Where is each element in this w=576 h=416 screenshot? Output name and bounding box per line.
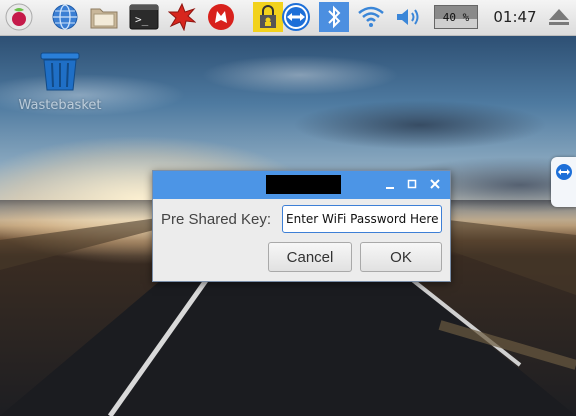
file-manager-icon[interactable] [89,2,119,32]
dialog-title-redacted [266,175,341,194]
wolfram-icon[interactable] [206,2,236,32]
ok-button[interactable]: OK [360,242,442,272]
eject-icon[interactable] [544,2,574,32]
teamviewer-side-tab[interactable] [551,157,576,207]
psk-input[interactable] [282,205,442,233]
minimize-icon [386,187,394,189]
cancel-button[interactable]: Cancel [268,242,352,272]
close-icon [430,179,440,189]
cpu-usage-label: 40 % [442,10,470,24]
minimize-button[interactable] [383,177,397,191]
volume-icon[interactable] [393,2,423,32]
taskbar: >_ 40 % 01:47 [0,0,576,36]
psk-dialog: Pre Shared Key: Cancel OK [152,170,451,282]
psk-label: Pre Shared Key: [161,211,272,228]
clock[interactable]: 01:47 [490,8,540,26]
wastebasket-icon [40,52,80,91]
cpu-monitor[interactable]: 40 % [434,5,478,29]
maximize-button[interactable] [405,177,419,191]
dialog-titlebar[interactable] [153,171,450,199]
svg-text:>_: >_ [135,13,149,26]
web-browser-icon[interactable] [50,2,80,32]
close-button[interactable] [428,177,442,191]
raspberry-menu-icon[interactable] [4,2,34,32]
vnc-lock-icon[interactable] [253,2,283,32]
teamviewer-tab-icon [556,164,572,180]
maximize-icon [407,179,417,189]
terminal-icon[interactable]: >_ [129,2,159,32]
mathematica-icon[interactable] [167,2,197,32]
wifi-icon[interactable] [356,2,386,32]
teamviewer-icon[interactable] [281,2,311,32]
wastebasket-label: Wastebasket [18,98,102,113]
bluetooth-icon[interactable] [319,2,349,32]
